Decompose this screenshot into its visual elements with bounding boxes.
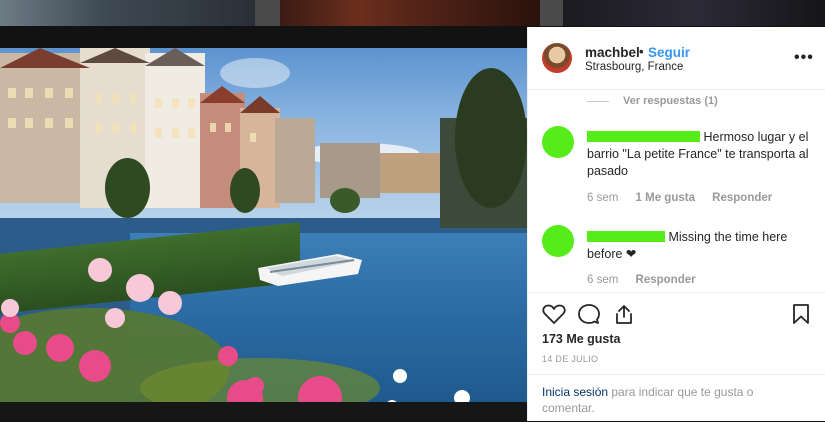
photo-windows <box>8 88 256 142</box>
post-panel: machbel • Seguir Strasbourg, France ••• … <box>527 27 825 421</box>
separator-dot: • <box>639 44 644 59</box>
replies-divider <box>587 101 609 102</box>
comment-username-redacted[interactable] <box>587 131 700 142</box>
username-link[interactable]: machbel <box>585 45 640 60</box>
more-options-icon[interactable]: ••• <box>794 49 814 67</box>
photo-tree <box>105 158 150 218</box>
comment-icon[interactable] <box>577 303 601 325</box>
login-text: Inicia sesión para indicar que te gusta … <box>542 384 792 416</box>
avatar[interactable] <box>542 43 572 73</box>
comments-list[interactable]: Ver respuestas (1) Hermoso lugar y el ba… <box>528 90 825 292</box>
photo-flowers <box>0 258 470 402</box>
comment-meta: 6 sem Responder <box>587 274 710 286</box>
comment-username-redacted[interactable] <box>587 231 665 242</box>
login-prompt: Inicia sesión para indicar que te gusta … <box>528 374 825 422</box>
background-grid <box>0 0 825 26</box>
reply-button[interactable]: Responder <box>636 274 696 286</box>
follow-button[interactable]: Seguir <box>648 45 690 60</box>
comment-avatar[interactable] <box>542 225 574 257</box>
photo-building <box>380 153 440 193</box>
photo-tree <box>455 68 527 208</box>
login-link[interactable]: Inicia sesión <box>542 385 608 399</box>
post-header: machbel • Seguir Strasbourg, France ••• <box>528 27 825 90</box>
location-link[interactable]: Strasbourg, France <box>585 61 683 73</box>
comment-meta: 6 sem 1 Me gusta Responder <box>587 192 786 204</box>
background-thumbnail[interactable] <box>563 0 825 26</box>
photo-tree <box>330 188 360 213</box>
view-replies-button[interactable]: Ver respuestas (1) <box>623 95 718 107</box>
post-date[interactable]: 14 DE JULIO <box>542 354 598 364</box>
likes-count[interactable]: 173 Me gusta <box>542 332 621 346</box>
comment-time[interactable]: 6 sem <box>587 192 618 204</box>
background-thumbnail[interactable] <box>0 0 255 26</box>
bookmark-icon[interactable] <box>791 303 811 325</box>
share-icon[interactable] <box>612 303 636 325</box>
background-thumbnail[interactable] <box>280 0 540 26</box>
comment-time[interactable]: 6 sem <box>587 274 618 286</box>
comment-text: Missing the time here before ❤ <box>587 229 813 263</box>
comment-avatar[interactable] <box>542 126 574 158</box>
reply-button[interactable]: Responder <box>712 192 772 204</box>
photo-tree <box>230 168 260 213</box>
post-photo[interactable] <box>0 48 527 402</box>
comment-likes[interactable]: 1 Me gusta <box>636 192 695 204</box>
heart-icon[interactable] <box>542 303 566 325</box>
comment-text: Hermoso lugar y el barrio "La petite Fra… <box>587 129 813 180</box>
